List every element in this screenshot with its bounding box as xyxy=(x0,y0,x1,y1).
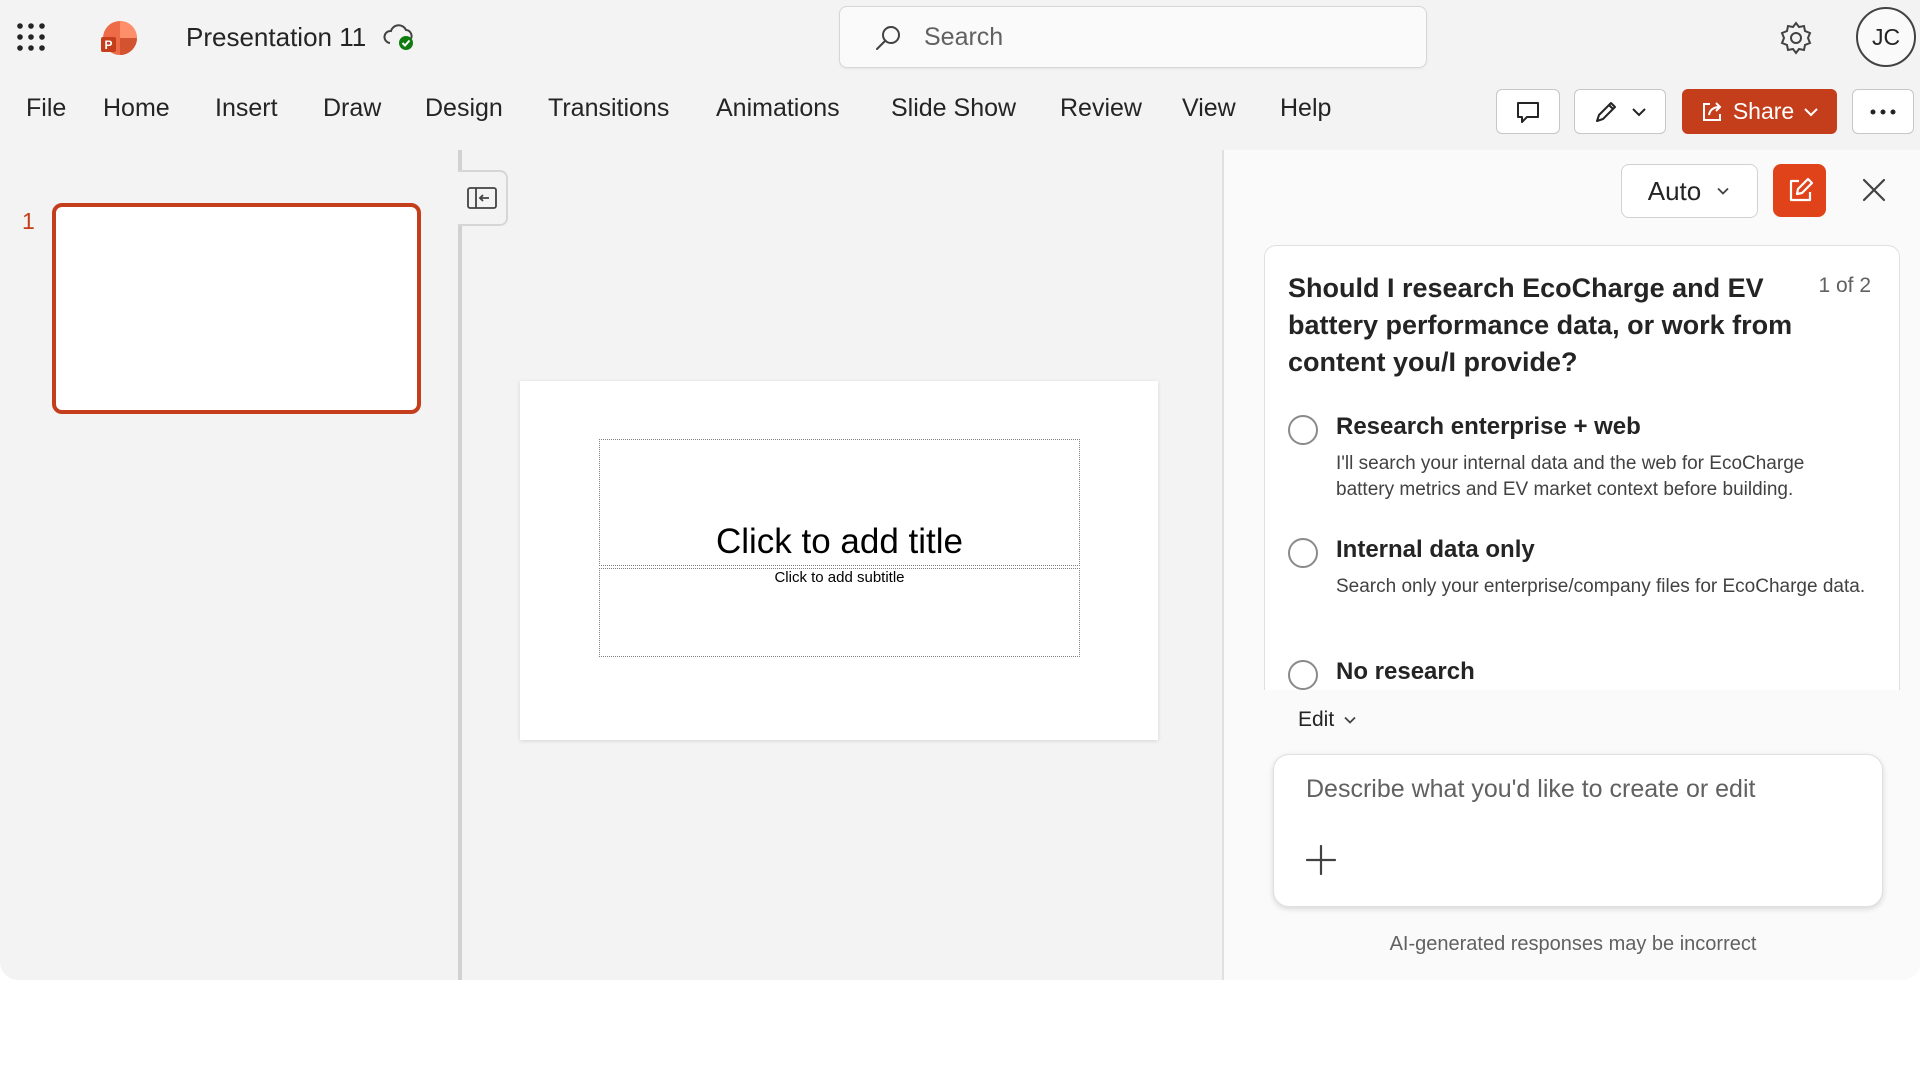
mode-dropdown[interactable]: Auto xyxy=(1621,164,1758,218)
copilot-pane: Auto Should I research EcoCharge and EV … xyxy=(1222,150,1920,980)
app-launcher-icon[interactable] xyxy=(16,22,46,52)
radio-button[interactable] xyxy=(1288,415,1318,445)
avatar[interactable]: JC xyxy=(1856,7,1916,67)
slide-thumbnail[interactable] xyxy=(52,203,421,414)
question-counter: 1 of 2 xyxy=(1818,274,1871,297)
pen-icon xyxy=(1596,101,1616,122)
chevron-down-icon xyxy=(1717,187,1729,195)
slide-number: 1 xyxy=(22,208,35,234)
option-internal-data-only[interactable]: Internal data only Search only your ente… xyxy=(1288,536,1878,616)
option-no-research[interactable]: No research xyxy=(1288,658,1878,690)
chevron-down-icon xyxy=(1804,107,1818,116)
subtitle-placeholder-text: Click to add subtitle xyxy=(774,569,905,586)
tab-insert[interactable]: Insert xyxy=(215,90,278,127)
tab-animations[interactable]: Animations xyxy=(716,90,840,127)
option-research-enterprise-web[interactable]: Research enterprise + web I'll search yo… xyxy=(1288,413,1878,500)
add-attachment-button[interactable] xyxy=(1304,843,1338,877)
editing-mode-button[interactable] xyxy=(1574,89,1666,134)
radio-button[interactable] xyxy=(1288,660,1318,690)
comments-button[interactable] xyxy=(1496,89,1560,134)
tab-help[interactable]: Help xyxy=(1280,90,1331,127)
prompt-input[interactable] xyxy=(1306,775,1866,815)
edit-label: Edit xyxy=(1298,708,1335,731)
close-pane-button[interactable] xyxy=(1854,170,1894,210)
collapse-thumbnails-button[interactable] xyxy=(458,170,508,226)
chevron-down-icon xyxy=(1632,107,1646,116)
tab-file[interactable]: File xyxy=(26,90,66,127)
close-icon xyxy=(1862,178,1886,202)
svg-text:P: P xyxy=(104,38,112,52)
option-description: Search only your enterprise/company file… xyxy=(1336,576,1866,597)
option-title: Internal data only xyxy=(1336,536,1535,563)
ai-disclaimer: AI-generated responses may be incorrect xyxy=(1389,933,1757,955)
title-placeholder-text: Click to add title xyxy=(715,522,964,561)
radio-button[interactable] xyxy=(1288,538,1318,568)
tab-review[interactable]: Review xyxy=(1060,90,1142,127)
more-icon xyxy=(1870,109,1896,114)
chevron-down-icon xyxy=(1344,716,1356,724)
tab-view[interactable]: View xyxy=(1182,90,1236,127)
share-button[interactable]: Share xyxy=(1682,89,1837,134)
prompt-composer xyxy=(1273,754,1883,907)
document-title[interactable]: Presentation 11 xyxy=(186,22,366,53)
mode-label: Auto xyxy=(1647,175,1702,206)
settings-gear-icon[interactable] xyxy=(1778,20,1814,56)
more-options-button[interactable] xyxy=(1852,89,1914,134)
powerpoint-window: P Presentation 11 Search JC File Home In… xyxy=(0,0,1920,980)
title-placeholder[interactable]: Click to add title xyxy=(599,439,1080,566)
search-input[interactable] xyxy=(924,17,1404,57)
comment-icon xyxy=(1517,101,1539,123)
plus-icon xyxy=(1305,844,1337,876)
slide-canvas[interactable]: Click to add title Click to add subtitle xyxy=(520,381,1158,740)
share-label: Share xyxy=(1732,98,1795,124)
title-bar: P Presentation 11 Search JC xyxy=(0,0,1920,76)
question-card: Should I research EcoCharge and EV batte… xyxy=(1264,245,1900,690)
cloud-saved-icon[interactable] xyxy=(382,22,416,52)
option-description: I'll search your internal data and the w… xyxy=(1336,453,1805,500)
search-bar[interactable] xyxy=(839,6,1427,68)
search-icon xyxy=(876,26,900,50)
tab-slide-show[interactable]: Slide Show xyxy=(891,90,1016,127)
tab-transitions[interactable]: Transitions xyxy=(548,90,669,127)
powerpoint-logo-icon[interactable]: P xyxy=(100,19,138,57)
subtitle-placeholder[interactable]: Click to add subtitle xyxy=(599,568,1080,657)
question-text: Should I research EcoCharge and EV batte… xyxy=(1288,273,1793,377)
edit-dropdown[interactable]: Edit xyxy=(1298,708,1358,732)
new-chat-button[interactable] xyxy=(1773,164,1826,217)
tab-home[interactable]: Home xyxy=(103,90,170,127)
share-icon xyxy=(1702,101,1722,121)
pane-divider[interactable] xyxy=(458,150,462,980)
option-title: Research enterprise + web xyxy=(1336,413,1641,440)
option-title: No research xyxy=(1336,658,1475,685)
collapse-pane-icon xyxy=(467,187,497,209)
new-chat-icon xyxy=(1789,177,1813,201)
tab-draw[interactable]: Draw xyxy=(323,90,381,127)
tab-design[interactable]: Design xyxy=(425,90,503,127)
